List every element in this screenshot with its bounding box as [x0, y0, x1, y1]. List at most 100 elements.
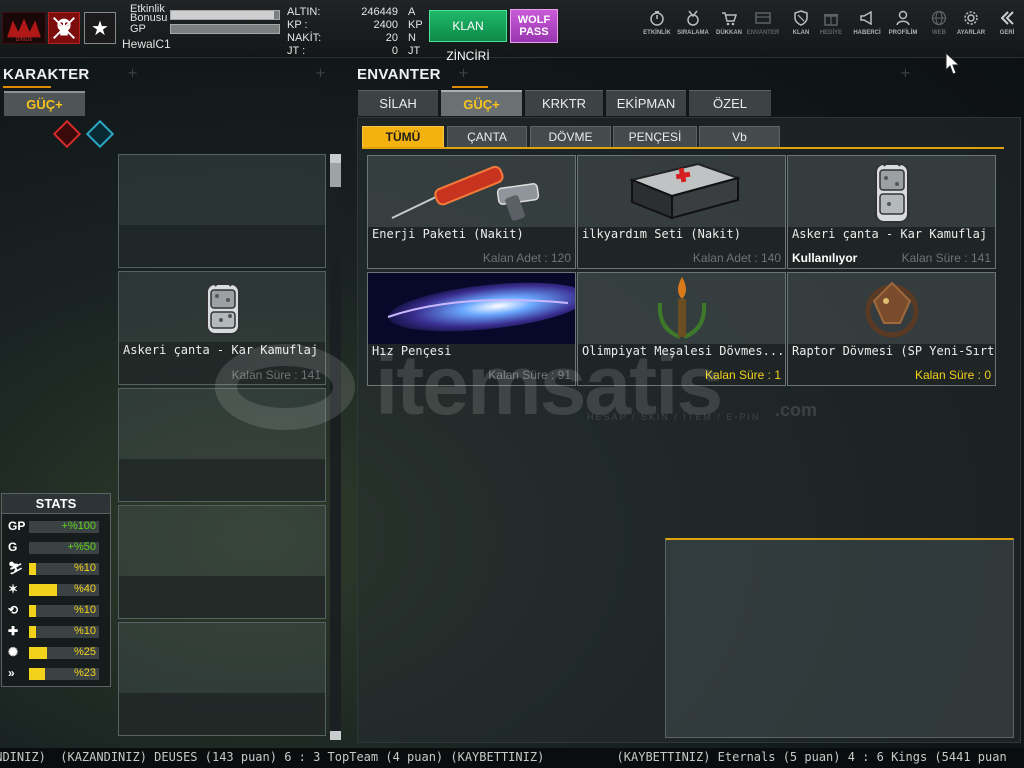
item-preview-box: [665, 538, 1014, 738]
tab-1[interactable]: GÜÇ+: [441, 90, 522, 116]
shield-icon: [794, 10, 808, 26]
stat-bar: %40: [29, 583, 99, 596]
cart-icon: [722, 12, 737, 26]
nav-gear[interactable]: AYARLAR: [952, 8, 990, 42]
nav-medal[interactable]: SIRALAMA: [674, 8, 712, 42]
subtab-0[interactable]: TÜMÜ: [362, 126, 444, 148]
rank-star-icon[interactable]: ★: [84, 12, 116, 44]
subtab-2[interactable]: DÖVME: [530, 126, 611, 148]
stat-value: %23: [73, 667, 96, 679]
event-bonus-label-2: Bonusu: [130, 12, 168, 24]
mouse-cursor-icon: [945, 52, 961, 75]
tab-0[interactable]: SİLAH: [358, 90, 438, 116]
scroll-up-arrow-icon[interactable]: [330, 154, 341, 163]
stopwatch-icon: [650, 11, 664, 26]
backpack-icon: [201, 276, 245, 340]
inventory-item-card[interactable]: Enerji Paketi (Nakit) Kalan Adet : 120: [367, 155, 576, 269]
strength-diamond-icon[interactable]: [52, 119, 82, 149]
scroll-down-arrow-icon[interactable]: [330, 731, 341, 740]
currency-unit: N: [408, 32, 416, 44]
character-slot[interactable]: [118, 622, 326, 736]
nav-cart[interactable]: DÜKKAN: [710, 8, 748, 42]
inventory-item-card[interactable]: Askeri çanta - Kar Kamuflaj Kullanılıyor K…: [787, 155, 996, 269]
stat-bar-fill: [29, 605, 36, 617]
left-tab-guc[interactable]: GÜÇ+: [4, 91, 85, 116]
item-name: Olimpiyat Meşalesi Dövmes...: [582, 344, 785, 358]
nav-label: SIRALAMA: [677, 30, 709, 36]
character-slot[interactable]: [118, 505, 326, 619]
stat-bar: %10: [29, 625, 99, 638]
currency-row-jt: JT : 0 JT: [284, 45, 424, 58]
nav-stopwatch[interactable]: ETKİNLİK: [638, 8, 676, 42]
stat-value: %10: [73, 625, 96, 637]
nav-profile[interactable]: PROFİLİM: [884, 8, 922, 42]
decor-plus: +: [458, 66, 469, 81]
username: HewalC1: [122, 37, 171, 51]
item-name: Raptor Dövmesi (SP Yeni-Sırt): [792, 344, 996, 358]
nav-label: ENVANTER: [746, 30, 780, 36]
heal-icon: ✚: [8, 624, 19, 638]
nav-label: HABERCİ: [853, 30, 881, 36]
left-scrollbar[interactable]: [330, 154, 341, 740]
medkit-icon: [578, 156, 785, 227]
nav-label: DÜKKAN: [716, 30, 742, 36]
inventory-item-card[interactable]: Olimpiyat Meşalesi Dövmes... Kalan Süre :…: [577, 272, 786, 386]
stat-value: %40: [73, 583, 96, 595]
klan-chain-button[interactable]: KLAN ZİNCİRİ: [429, 10, 507, 63]
inventory-item-card[interactable]: ilkyardım Seti (Nakit) Kalan Adet : 140: [577, 155, 786, 269]
subtab-underline: [362, 147, 1004, 149]
stat-bar: %25: [29, 646, 99, 659]
subtab-4[interactable]: Vb: [699, 126, 780, 148]
stat-bar: +%100: [29, 520, 99, 533]
item-name: ilkyardım Seti (Nakit): [582, 227, 741, 241]
stat-bar-fill: [29, 668, 46, 680]
tab-3[interactable]: EKİPMAN: [606, 90, 686, 116]
inventory-item-card[interactable]: Raptor Dövmesi (SP Yeni-Sırt) Kalan Süre …: [787, 272, 996, 386]
top-nav: ETKİNLİK SIRALAMA DÜKKAN ENVANTER KLAN HEDİYE…: [638, 8, 1024, 44]
nav-inventory[interactable]: ENVANTER: [744, 8, 782, 42]
item-remaining: Kalan Süre : 1: [704, 368, 781, 382]
decor-plus: +: [900, 66, 911, 81]
item-name: Enerji Paketi (Nakit): [372, 227, 524, 241]
tab-4[interactable]: ÖZEL: [689, 90, 771, 116]
raptor-tattoo-icon: [788, 273, 995, 344]
clan-emblem-icon[interactable]: [48, 12, 80, 44]
wolf-pass-button[interactable]: WOLF PASS: [510, 9, 558, 43]
currency-label: KP :: [287, 19, 308, 31]
wolf-pass-label-1: WOLF: [517, 14, 551, 26]
stat-value: %25: [73, 646, 96, 658]
speed-streak-icon: [368, 273, 575, 344]
character-slot[interactable]: [118, 388, 326, 502]
stat-bar: %10: [29, 604, 99, 617]
currency-unit: JT: [408, 45, 421, 57]
subtab-1[interactable]: ÇANTA: [447, 126, 527, 148]
character-slot[interactable]: Askeri çanta - Kar Kamuflaj Kalan Süre : …: [118, 271, 326, 385]
item-remaining: Kalan Adet : 120: [482, 251, 571, 265]
megaphone-icon: [860, 10, 872, 26]
gear-icon: [964, 11, 978, 25]
gift-icon: [824, 14, 838, 26]
scroll-thumb[interactable]: [330, 163, 341, 187]
karakter-title-underline: [3, 86, 51, 88]
slot-footer: [119, 693, 325, 735]
tab-2[interactable]: KRKTR: [525, 90, 603, 116]
back-icon: [1000, 11, 1014, 25]
agility-diamond-icon[interactable]: [85, 119, 115, 149]
item-remaining: Kalan Adet : 140: [692, 251, 781, 265]
nav-gift[interactable]: HEDİYE: [812, 8, 850, 42]
svg-text:DIRILIS: DIRILIS: [16, 37, 33, 43]
nav-megaphone[interactable]: HABERCİ: [848, 8, 886, 42]
currency-value: 2400: [373, 19, 398, 31]
currency-row-kp: KP : 2400 KP: [284, 19, 424, 32]
character-slot[interactable]: [118, 154, 326, 268]
subtab-3[interactable]: PENÇESİ: [613, 126, 697, 148]
stat-row: ✺ %25: [2, 642, 110, 662]
inventory-item-card[interactable]: Hız Pençesi Kalan Süre : 91: [367, 272, 576, 386]
reload-icon: ⟲: [8, 603, 19, 617]
nav-back[interactable]: GERİ: [988, 8, 1024, 42]
currency-unit: KP: [408, 19, 423, 31]
dash-icon: ✶: [8, 582, 19, 596]
top-bar: DIRILIS ★ Etkinlik Bonusu GP HewalC1 ALT…: [0, 0, 1024, 63]
item-remaining: Kalan Süre : 91: [488, 368, 571, 382]
item-name: Hız Pençesi: [372, 344, 452, 358]
